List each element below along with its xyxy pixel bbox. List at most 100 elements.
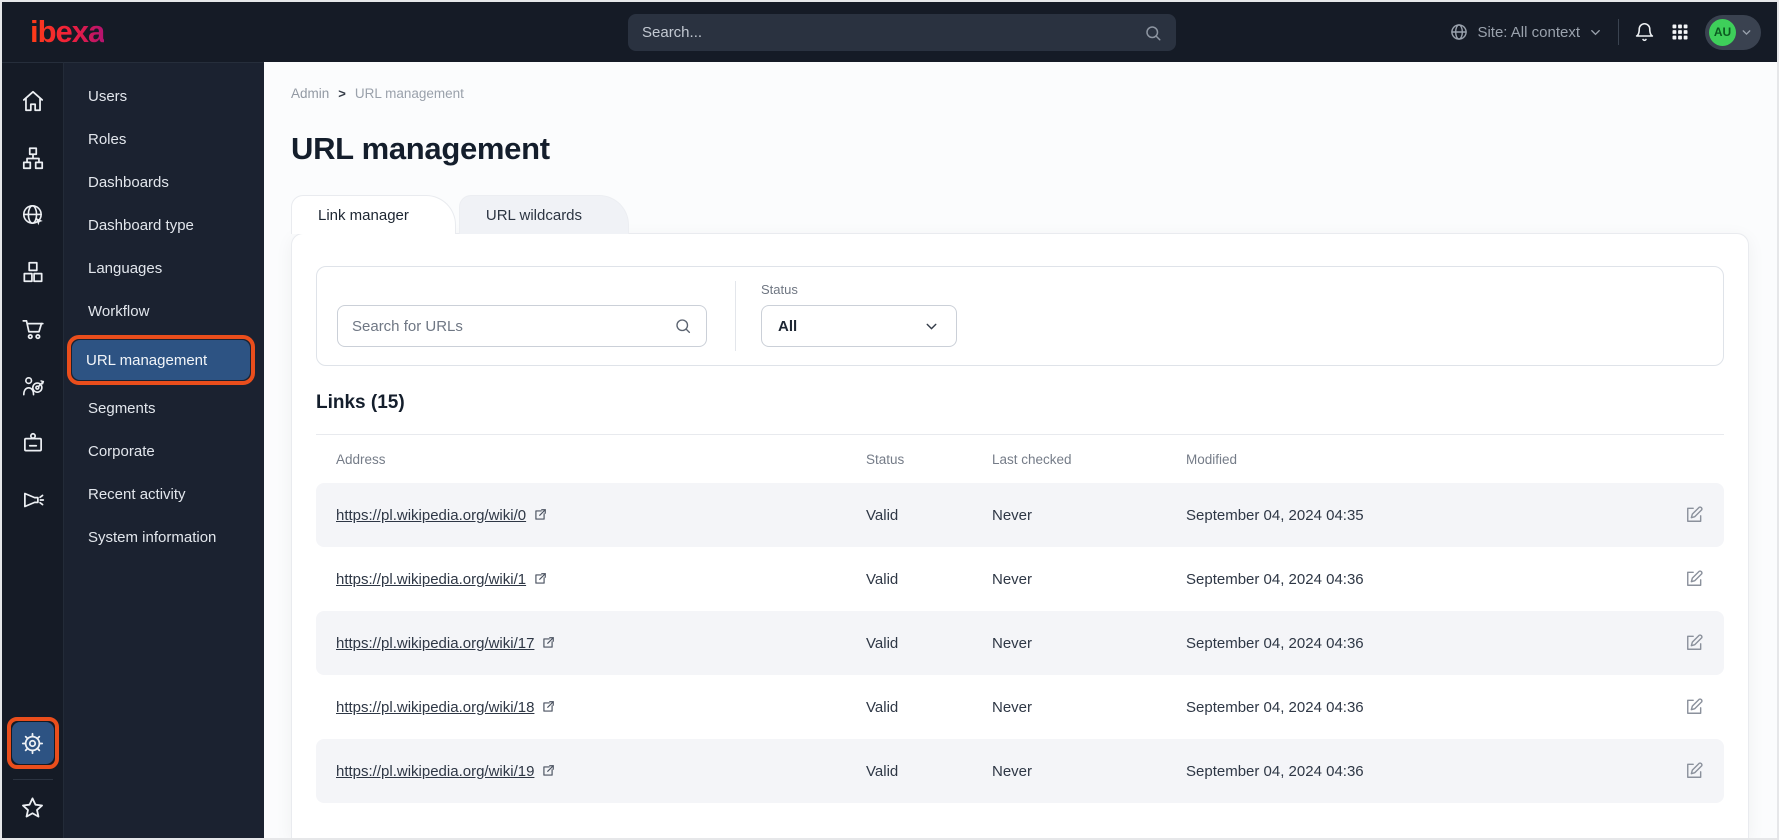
menu-item-segments[interactable]: Segments bbox=[64, 387, 264, 430]
table-row: https://pl.wikipedia.org/wiki/19 Valid N… bbox=[316, 739, 1724, 803]
topbar-actions: Site: All context AU bbox=[1449, 2, 1761, 62]
status-selected-value: All bbox=[778, 317, 798, 335]
menu-item-system-information[interactable]: System information bbox=[64, 516, 264, 559]
link-modified: September 04, 2024 04:36 bbox=[1186, 634, 1364, 652]
link-status: Valid bbox=[866, 762, 899, 780]
annotation-highlight bbox=[6, 717, 59, 769]
links-heading: Links (15) bbox=[316, 392, 405, 413]
edit-button[interactable] bbox=[1684, 505, 1704, 525]
admin-menu: Users Roles Dashboards Dashboard type La… bbox=[63, 62, 264, 838]
menu-item-users[interactable]: Users bbox=[64, 75, 264, 118]
app-window: ibexa Site: All context bbox=[0, 0, 1779, 840]
main-content: Admin > URL management URL management Li… bbox=[264, 62, 1777, 838]
menu-item-roles[interactable]: Roles bbox=[64, 118, 264, 161]
marketing-megaphone-icon[interactable] bbox=[13, 480, 53, 520]
edit-button[interactable] bbox=[1684, 761, 1704, 781]
topbar-divider bbox=[1618, 19, 1619, 45]
links-table: Address Status Last checked Modified htt… bbox=[316, 434, 1724, 803]
link-address[interactable]: https://pl.wikipedia.org/wiki/1 bbox=[336, 571, 526, 588]
bookmarks-star-icon[interactable] bbox=[13, 788, 53, 828]
filter-bar: Status All bbox=[316, 266, 1724, 366]
status-select[interactable]: All bbox=[761, 305, 957, 347]
rail-bottom-group bbox=[2, 717, 63, 838]
search-icon bbox=[674, 317, 692, 335]
bell-icon bbox=[1634, 22, 1655, 43]
topbar: ibexa Site: All context bbox=[2, 2, 1777, 62]
breadcrumb-current: URL management bbox=[354, 86, 464, 101]
link-modified: September 04, 2024 04:36 bbox=[1186, 762, 1364, 780]
col-header-modified: Modified bbox=[1186, 451, 1238, 467]
site-context-label: Site: All context bbox=[1477, 23, 1580, 41]
user-menu[interactable]: AU bbox=[1705, 14, 1761, 50]
external-link-icon bbox=[533, 572, 547, 586]
chevron-down-icon bbox=[1740, 26, 1753, 39]
edit-button[interactable] bbox=[1684, 697, 1704, 717]
status-label: Status bbox=[761, 282, 798, 297]
customer-groups-icon[interactable] bbox=[13, 366, 53, 406]
external-link-icon bbox=[541, 700, 555, 714]
col-header-status: Status bbox=[866, 451, 905, 467]
link-address[interactable]: https://pl.wikipedia.org/wiki/19 bbox=[336, 763, 534, 780]
tab-url-wildcards[interactable]: URL wildcards bbox=[458, 195, 630, 234]
link-last-checked: Never bbox=[992, 570, 1033, 588]
menu-item-dashboard-type[interactable]: Dashboard type bbox=[64, 204, 264, 247]
link-manager-panel: Status All Links (15) Address Status bbox=[291, 233, 1749, 838]
global-search-input[interactable] bbox=[642, 24, 1144, 41]
avatar: AU bbox=[1709, 18, 1736, 46]
table-header-row: Address Status Last checked Modified bbox=[316, 435, 1724, 483]
menu-item-url-management[interactable]: URL management bbox=[72, 340, 250, 380]
link-status: Valid bbox=[866, 570, 899, 588]
apps-menu-button[interactable] bbox=[1670, 22, 1690, 42]
col-header-address: Address bbox=[336, 451, 386, 467]
annotation-highlight: URL management bbox=[67, 335, 255, 385]
external-link-icon bbox=[541, 764, 555, 778]
tab-bar: Link manager URL wildcards bbox=[291, 195, 1749, 234]
rail-divider bbox=[12, 779, 53, 780]
content-tree-icon[interactable] bbox=[13, 138, 53, 178]
tab-link-manager[interactable]: Link manager bbox=[291, 195, 456, 234]
edit-button[interactable] bbox=[1684, 633, 1704, 653]
ibexa-logo[interactable]: ibexa bbox=[30, 14, 105, 50]
corporate-badge-icon[interactable] bbox=[13, 423, 53, 463]
link-address[interactable]: https://pl.wikipedia.org/wiki/0 bbox=[336, 507, 526, 524]
link-last-checked: Never bbox=[992, 506, 1033, 524]
link-modified: September 04, 2024 04:36 bbox=[1186, 698, 1364, 716]
globe-icon bbox=[1449, 22, 1469, 42]
external-link-icon bbox=[533, 508, 547, 522]
settings-button[interactable] bbox=[11, 722, 54, 764]
home-icon[interactable] bbox=[13, 81, 53, 121]
url-search-field[interactable] bbox=[337, 305, 707, 347]
link-status: Valid bbox=[866, 634, 899, 652]
notifications-button[interactable] bbox=[1634, 22, 1655, 43]
menu-item-recent-activity[interactable]: Recent activity bbox=[64, 473, 264, 516]
menu-item-dashboards[interactable]: Dashboards bbox=[64, 161, 264, 204]
external-link-icon bbox=[541, 636, 555, 650]
status-filter: Status All bbox=[761, 281, 957, 351]
filter-divider bbox=[735, 281, 736, 351]
col-header-last-checked: Last checked bbox=[992, 451, 1072, 467]
table-row: https://pl.wikipedia.org/wiki/0 Valid Ne… bbox=[316, 483, 1724, 547]
edit-button[interactable] bbox=[1684, 569, 1704, 589]
menu-item-languages[interactable]: Languages bbox=[64, 247, 264, 290]
link-last-checked: Never bbox=[992, 698, 1033, 716]
link-address[interactable]: https://pl.wikipedia.org/wiki/18 bbox=[336, 699, 534, 716]
icon-rail bbox=[2, 62, 63, 838]
link-address[interactable]: https://pl.wikipedia.org/wiki/17 bbox=[336, 635, 534, 652]
link-status: Valid bbox=[866, 698, 899, 716]
gear-icon bbox=[20, 731, 45, 756]
breadcrumb: Admin > URL management bbox=[291, 86, 1749, 101]
product-catalog-icon[interactable] bbox=[13, 252, 53, 292]
menu-item-corporate[interactable]: Corporate bbox=[64, 430, 264, 473]
site-globe-icon[interactable] bbox=[13, 195, 53, 235]
chevron-down-icon bbox=[923, 318, 940, 335]
chevron-down-icon bbox=[1588, 25, 1603, 40]
site-context-switcher[interactable]: Site: All context bbox=[1449, 22, 1603, 42]
breadcrumb-separator: > bbox=[338, 86, 346, 101]
menu-item-workflow[interactable]: Workflow bbox=[64, 290, 264, 333]
grid-icon bbox=[1670, 22, 1690, 42]
global-search[interactable] bbox=[628, 14, 1176, 51]
page-title: URL management bbox=[291, 131, 550, 166]
breadcrumb-admin[interactable]: Admin bbox=[291, 86, 329, 101]
url-search-input[interactable] bbox=[352, 317, 674, 335]
commerce-cart-icon[interactable] bbox=[13, 309, 53, 349]
